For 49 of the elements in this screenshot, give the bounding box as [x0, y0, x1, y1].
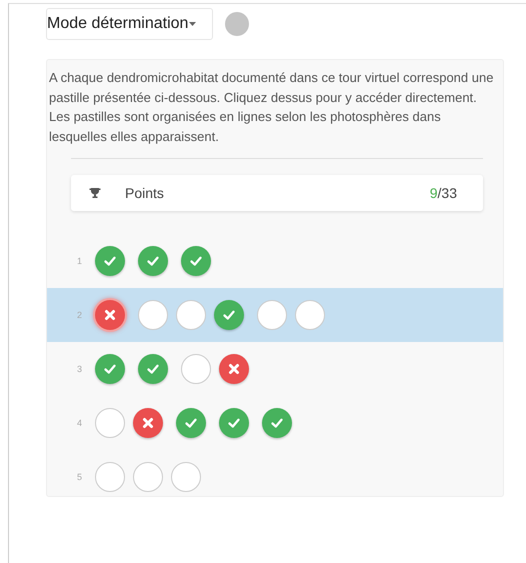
check-icon: [146, 254, 160, 268]
pastille-button[interactable]: [171, 462, 201, 492]
check-icon: [103, 254, 117, 268]
pastille-button[interactable]: [295, 300, 325, 330]
pastille-button[interactable]: [138, 300, 168, 330]
check-icon: [189, 254, 203, 268]
pastille-button[interactable]: [219, 354, 249, 384]
pastille-row[interactable]: 3: [47, 342, 503, 396]
pastille-button[interactable]: [138, 246, 168, 276]
pastille-button[interactable]: [176, 300, 206, 330]
pastille-button[interactable]: [257, 300, 287, 330]
check-icon: [184, 416, 198, 430]
row-number: 3: [77, 364, 84, 374]
pastille-button[interactable]: [133, 462, 163, 492]
cross-icon: [103, 308, 117, 322]
pastille-button[interactable]: [95, 300, 125, 330]
pastille-button[interactable]: [95, 408, 125, 438]
row-number: 2: [77, 310, 84, 320]
pastille-button[interactable]: [95, 246, 125, 276]
pastille-button[interactable]: [133, 408, 163, 438]
pastille-button[interactable]: [138, 354, 168, 384]
row-number: 1: [77, 256, 84, 266]
pastille-button[interactable]: [181, 354, 211, 384]
pastille-button[interactable]: [95, 354, 125, 384]
trophy-icon: [89, 187, 101, 199]
check-icon: [103, 362, 117, 376]
pastille-row[interactable]: 2: [47, 288, 503, 342]
pastille-row[interactable]: 1: [47, 234, 503, 288]
row-number: 4: [77, 418, 84, 428]
pastille-row[interactable]: 4: [47, 396, 503, 450]
pastille-button[interactable]: [219, 408, 249, 438]
check-icon: [146, 362, 160, 376]
points-score: 9/33: [430, 185, 457, 201]
points-label: Points: [125, 185, 165, 201]
description-text: A chaque dendromicrohabitat documenté dans ce tour virtuel correspond une pastille présentée ci-dessous. Cliquez dessus pour y accéder directement. Les pastilles sont organisées en lignes selon les photosphères dans lesquelles elles apparaissent.: [48, 69, 494, 146]
check-icon: [222, 308, 236, 322]
pastille-button[interactable]: [214, 300, 244, 330]
pastille-button[interactable]: [181, 246, 211, 276]
mode-dropdown[interactable]: Mode détermination: [46, 8, 214, 40]
pastille-button[interactable]: [95, 462, 125, 492]
check-icon: [227, 416, 241, 430]
cross-icon: [227, 362, 241, 376]
pastille-row[interactable]: 5: [47, 450, 503, 504]
check-icon: [270, 416, 284, 430]
caret-icon: [189, 22, 196, 26]
cross-icon: [141, 416, 155, 430]
pastille-button[interactable]: [176, 408, 206, 438]
row-number: 5: [77, 472, 84, 482]
pastille-button[interactable]: [262, 408, 292, 438]
